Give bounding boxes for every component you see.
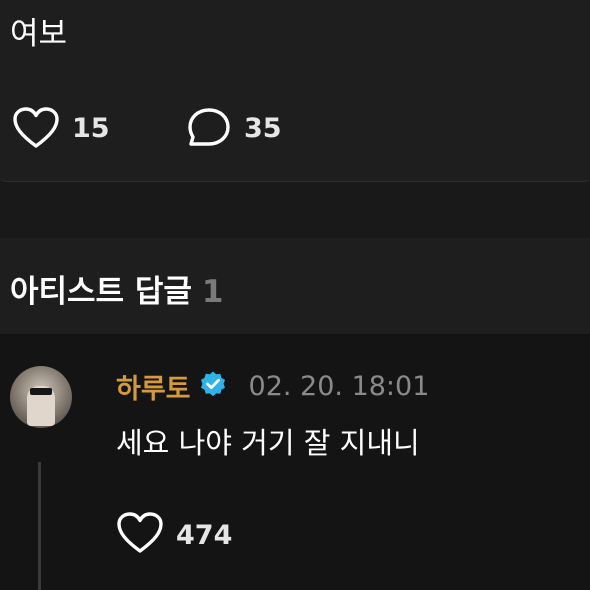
avatar[interactable] xyxy=(10,366,72,428)
reply-timestamp: 02. 20. 18:01 xyxy=(248,370,430,402)
post-card: 여보 15 35 xyxy=(0,0,590,182)
post-comment-button[interactable]: 35 xyxy=(186,104,282,152)
verified-badge-icon xyxy=(199,370,227,402)
artist-replies-header: 아티스트 답글 1 xyxy=(0,238,590,334)
reply-text: 세요 나야 거기 잘 지내니 xyxy=(116,426,420,460)
author-name[interactable]: 하루토 xyxy=(116,367,191,406)
section-title: 아티스트 답글 1 xyxy=(10,266,224,311)
reply-meta: 하루토 02. 20. 18:01 xyxy=(116,367,430,406)
post-like-count: 15 xyxy=(72,112,110,144)
thread-line xyxy=(38,462,41,590)
reply-like-count: 474 xyxy=(176,519,233,551)
section-divider xyxy=(0,182,590,238)
post-like-button[interactable]: 15 xyxy=(12,104,110,152)
post-comment-count: 35 xyxy=(244,112,282,144)
post-text: 여보 xyxy=(10,16,68,52)
speech-bubble-icon xyxy=(186,106,232,150)
avatar-visor xyxy=(30,388,52,395)
heart-outline-icon xyxy=(12,106,60,150)
page: 여보 15 35 아티스트 답글 1 하루토 02. 20. 18:01 세요 … xyxy=(0,0,590,590)
heart-outline-icon xyxy=(116,511,164,559)
artist-reply: 하루토 02. 20. 18:01 세요 나야 거기 잘 지내니 474 xyxy=(0,334,590,590)
reply-like-button[interactable]: 474 xyxy=(116,510,232,560)
artist-replies-count: 1 xyxy=(201,274,224,310)
section-title-label: 아티스트 답글 xyxy=(10,274,192,310)
